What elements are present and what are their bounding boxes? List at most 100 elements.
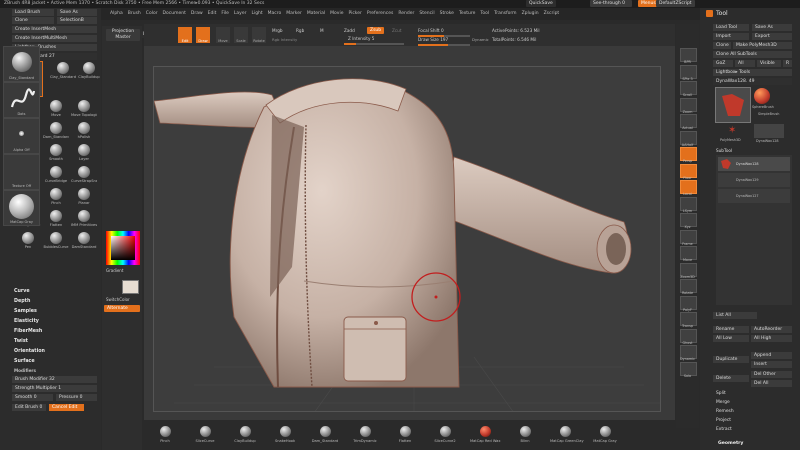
project-section[interactable]: Project bbox=[716, 418, 731, 423]
duplicate-button[interactable]: Duplicate bbox=[713, 356, 749, 363]
brush-flatten[interactable]: Flatten bbox=[43, 210, 69, 231]
brush-imm-primitives[interactable]: IMM Primitives bbox=[71, 210, 97, 231]
goz-all-button[interactable]: All bbox=[735, 60, 755, 67]
z-intensity-slider[interactable]: Z Intensity 5 bbox=[348, 36, 374, 41]
make-polymesh-button[interactable]: Make PolyMesh3D bbox=[733, 42, 792, 49]
load-tool-button[interactable]: Load Tool bbox=[713, 24, 749, 31]
subtool-row-1[interactable]: DynaWax128 bbox=[718, 157, 790, 171]
focal-shift-slider[interactable]: Focal Shift 0 bbox=[418, 28, 444, 33]
section-modifiers[interactable]: Modifiers bbox=[14, 368, 36, 373]
menu-layer[interactable]: Layer bbox=[234, 8, 247, 20]
menu-color[interactable]: Color bbox=[146, 8, 158, 20]
menu-movie[interactable]: Movie bbox=[330, 8, 343, 20]
menu-stroke[interactable]: Stroke bbox=[440, 8, 454, 20]
section-samples[interactable]: Samples bbox=[14, 309, 37, 314]
shelf-slicecurve2[interactable]: SliceCurve2 bbox=[430, 426, 460, 446]
list-all-button[interactable]: List All bbox=[713, 312, 757, 319]
brush-tile[interactable]: Clay_Standard bbox=[3, 46, 40, 82]
split-section[interactable]: Split bbox=[716, 391, 726, 396]
shelf-slicecurve[interactable]: SliceCurve bbox=[190, 426, 220, 446]
zcut-button[interactable]: Zcut bbox=[392, 28, 401, 33]
seethrough-slider[interactable]: See-through 0 bbox=[590, 0, 632, 7]
del-other-button[interactable]: Del Other bbox=[751, 371, 792, 378]
dynamic-toggle[interactable]: Dynamic bbox=[472, 37, 489, 42]
r-button[interactable]: R bbox=[783, 60, 792, 67]
viewport[interactable] bbox=[153, 66, 661, 412]
goz-button[interactable]: GoZ bbox=[713, 60, 733, 67]
menu-preferences[interactable]: Preferences bbox=[367, 8, 393, 20]
menu-alpha[interactable]: Alpha bbox=[110, 8, 123, 20]
brush-damstandard[interactable]: DamStandard bbox=[71, 232, 97, 253]
save-as-button[interactable]: Save As bbox=[57, 9, 97, 16]
brush-curvestrapsnap[interactable]: CurveStrapSnap bbox=[71, 166, 97, 187]
brush-pinch[interactable]: Pinch bbox=[43, 188, 69, 209]
insert-button[interactable]: Insert bbox=[751, 361, 792, 368]
brush-dam-standard[interactable]: Dam_Standard bbox=[43, 122, 69, 143]
material-tile[interactable]: MatCap Gray bbox=[3, 190, 40, 226]
subtool-section[interactable]: SubTool bbox=[716, 148, 732, 153]
section-surface[interactable]: Surface bbox=[14, 359, 35, 364]
shelf-matcap-red-wax[interactable]: MatCap Red Wax bbox=[470, 426, 500, 446]
menu-zplugin[interactable]: Zplugin bbox=[522, 8, 539, 20]
texture-tile[interactable]: Texture Off bbox=[3, 154, 40, 190]
append-button[interactable]: Append bbox=[751, 352, 792, 359]
visible-button[interactable]: Visible bbox=[757, 60, 781, 67]
shelf-claybuildup[interactable]: ClayBuildup bbox=[230, 426, 260, 446]
alternate-button[interactable]: Alternate bbox=[104, 305, 140, 312]
edit-mode-button[interactable]: Edit bbox=[178, 27, 192, 43]
pressure-slider[interactable]: Pressure 0 bbox=[56, 394, 97, 401]
subtool-row-3[interactable]: DynaWax127 bbox=[718, 189, 790, 203]
stroke-tile[interactable]: Dots bbox=[3, 82, 40, 118]
current-tool-thumb[interactable] bbox=[715, 87, 751, 123]
alpha-tile[interactable]: Alpha Off bbox=[3, 118, 40, 154]
shelf-flatten[interactable]: Flatten bbox=[390, 426, 420, 446]
import-button[interactable]: Import bbox=[713, 33, 749, 40]
clone-tool-button[interactable]: Clone bbox=[713, 42, 731, 49]
shelf-dam-standard[interactable]: Dam_Standard bbox=[310, 426, 340, 446]
scale-mode-button[interactable]: Scale bbox=[234, 27, 248, 43]
menu-texture[interactable]: Texture bbox=[459, 8, 475, 20]
menu-light[interactable]: Light bbox=[251, 8, 262, 20]
menu-edit[interactable]: Edit bbox=[208, 8, 217, 20]
selection-button[interactable]: SelectionB bbox=[57, 17, 97, 24]
menu-picker[interactable]: Picker bbox=[348, 8, 361, 20]
quicksave-button[interactable]: QuickSave bbox=[526, 0, 556, 7]
menu-stencil[interactable]: Stencil bbox=[419, 8, 434, 20]
brush-bubblescurve[interactable]: BubblesCurve bbox=[43, 232, 69, 253]
rgb-intensity-slider[interactable]: Rgb Intensity bbox=[272, 37, 297, 42]
menu-zscript[interactable]: Zscript bbox=[544, 8, 560, 20]
mrgb-button[interactable]: Mrgb bbox=[272, 28, 283, 33]
brush-smooth[interactable]: Smooth bbox=[43, 144, 69, 165]
section-fibermesh[interactable]: FiberMesh bbox=[14, 329, 42, 334]
menu-render[interactable]: Render bbox=[398, 8, 414, 20]
brush-move-topological[interactable]: Move Topological bbox=[71, 100, 97, 121]
all-high-button[interactable]: All High bbox=[751, 335, 792, 342]
remesh-section[interactable]: Remesh bbox=[716, 409, 734, 414]
menu-material[interactable]: Material bbox=[307, 8, 325, 20]
menu-brush[interactable]: Brush bbox=[128, 8, 141, 20]
shelf-matcap-greenclay[interactable]: MatCap GreenClay bbox=[550, 426, 584, 446]
m-button[interactable]: M bbox=[320, 28, 324, 33]
strength-multiplier-slider[interactable]: Strength Multiplier 1 bbox=[12, 385, 97, 392]
polymesh-star-icon[interactable]: ✶ bbox=[728, 126, 738, 136]
color-picker[interactable] bbox=[106, 231, 140, 265]
clone-button[interactable]: Clone bbox=[12, 17, 54, 24]
secondary-color-swatch[interactable] bbox=[122, 280, 139, 294]
brush-curvebridge[interactable]: CurveBridge bbox=[43, 166, 69, 187]
menu-tool[interactable]: Tool bbox=[480, 8, 489, 20]
switchcolor-button[interactable]: SwitchColor bbox=[106, 297, 130, 302]
shelf-matcap-gray[interactable]: MatCap Gray bbox=[590, 426, 620, 446]
save-as-tool-button[interactable]: Save As bbox=[752, 24, 792, 31]
delete-button[interactable]: Delete bbox=[713, 375, 749, 382]
rename-button[interactable]: Rename bbox=[713, 326, 749, 333]
menu-file[interactable]: File bbox=[221, 8, 229, 20]
load-brush-button[interactable]: Load Brush bbox=[12, 9, 54, 16]
menu-document[interactable]: Document bbox=[163, 8, 186, 20]
shelf-snakehook[interactable]: SnakeHook bbox=[270, 426, 300, 446]
brush-claybuildup[interactable]: ClayBuildup bbox=[76, 62, 102, 83]
section-elasticity[interactable]: Elasticity bbox=[14, 319, 39, 324]
clone-all-subtools-button[interactable]: Clone All SubTools bbox=[713, 51, 792, 58]
default-zscript-button[interactable]: DefaultZScript bbox=[656, 0, 695, 7]
menu-draw[interactable]: Draw bbox=[191, 8, 203, 20]
all-low-button[interactable]: All Low bbox=[713, 335, 749, 342]
